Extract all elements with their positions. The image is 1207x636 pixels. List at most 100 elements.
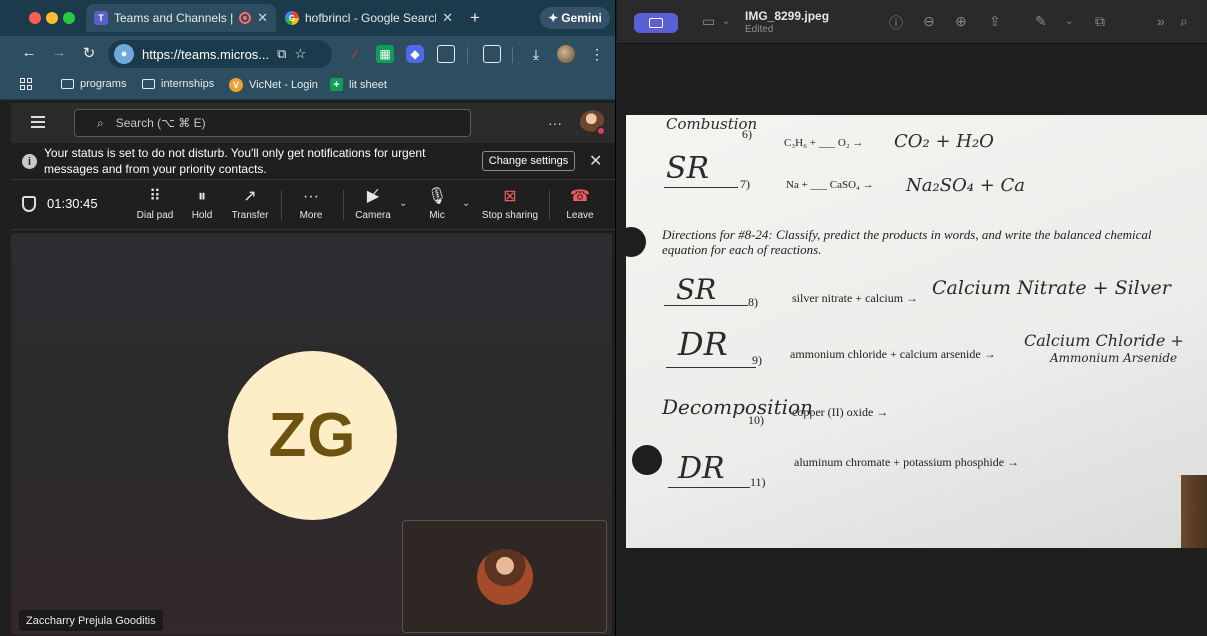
slideshow-button[interactable] bbox=[634, 13, 678, 33]
bookmark-programs[interactable]: programs bbox=[61, 78, 126, 90]
url-text: https://teams.micros... bbox=[142, 46, 270, 62]
question-number: 9) bbox=[752, 353, 762, 367]
sparkle-icon: ✦ bbox=[548, 11, 559, 25]
self-view-tile[interactable] bbox=[402, 520, 607, 633]
toolbar-divider bbox=[467, 47, 468, 63]
download-icon[interactable]: ⤓ bbox=[527, 45, 545, 63]
microphone-icon[interactable]: ● bbox=[114, 44, 134, 64]
handwritten-label: DR bbox=[678, 451, 725, 486]
equation: silver nitrate + calcium → bbox=[792, 291, 919, 305]
preview-window: ▭ ⌄ IMG_8299.jpeg Edited ⓘ ⊖ ⊕ ⇪ ✎ ⌄ ⧉ »… bbox=[617, 0, 1207, 636]
stop-sharing-button[interactable]: ⊠ Stop sharing bbox=[475, 186, 545, 221]
minimize-window-button[interactable] bbox=[46, 12, 58, 24]
handwritten-answer: Na₂SO₄ + Ca bbox=[906, 175, 1026, 196]
extensions-icon[interactable] bbox=[437, 45, 455, 63]
tab-google-search[interactable]: G hofbrincl - Google Search ✕ bbox=[277, 4, 461, 32]
handwritten-label: SR bbox=[666, 151, 710, 186]
answer-blank bbox=[664, 305, 748, 306]
rotate-icon[interactable]: ⧉ bbox=[1095, 13, 1105, 30]
binder-hole bbox=[632, 445, 662, 475]
bookmark-lit-sheet[interactable]: + lit sheet bbox=[330, 78, 387, 91]
question-number: 6) bbox=[742, 127, 752, 141]
bookmark-label: lit sheet bbox=[349, 78, 387, 91]
transfer-icon: ↗ bbox=[243, 188, 257, 205]
handwritten-answer: Ammonium Arsenide bbox=[1050, 351, 1178, 365]
participant-name-tag: Zaccharry Prejula Gooditis bbox=[19, 610, 163, 631]
call-divider bbox=[281, 190, 282, 220]
bookmark-internships[interactable]: internships bbox=[142, 78, 214, 90]
zoom-out-icon[interactable]: ⊖ bbox=[923, 13, 935, 30]
recording-icon bbox=[239, 12, 252, 24]
google-icon: G bbox=[285, 11, 299, 25]
desk-edge bbox=[1181, 475, 1207, 548]
menu-icon[interactable] bbox=[31, 116, 45, 128]
camera-options-chevron-icon[interactable]: ⌄ bbox=[399, 198, 407, 209]
zoom-in-icon[interactable]: ⊕ bbox=[955, 13, 967, 30]
call-divider bbox=[549, 190, 550, 220]
mic-button[interactable]: 🎙 Mic bbox=[409, 186, 465, 221]
bookmark-star-icon[interactable]: ☆ bbox=[294, 46, 306, 62]
calendar-extension-icon[interactable]: ▦ bbox=[376, 45, 394, 63]
mic-options-chevron-icon[interactable]: ⌄ bbox=[462, 198, 470, 209]
call-timer: 01:30:45 bbox=[47, 196, 98, 211]
share-icon[interactable]: ⇪ bbox=[989, 13, 1001, 30]
search-icon[interactable]: ⌕ bbox=[1180, 13, 1188, 30]
image-canvas: Combustion 6) C₃H₆ + ___ O₂ → CO₂ + H₂O … bbox=[617, 45, 1207, 636]
microphone-icon: 🎙 bbox=[426, 188, 448, 205]
reload-button[interactable]: ↻ bbox=[79, 44, 99, 62]
sidebar-icon[interactable]: ▭ bbox=[702, 13, 715, 30]
close-window-button[interactable] bbox=[29, 12, 41, 24]
camera-label: Camera bbox=[355, 210, 391, 221]
menu-kebab-icon[interactable]: ⋮ bbox=[588, 45, 606, 63]
profile-avatar[interactable] bbox=[557, 45, 575, 63]
info-icon[interactable]: ⓘ bbox=[889, 13, 903, 33]
tab-teams[interactable]: T Teams and Channels | ✕ bbox=[86, 4, 276, 32]
status-notice: i Your status is set to do not disturb. … bbox=[11, 143, 615, 180]
more-options-icon[interactable]: ··· bbox=[548, 115, 562, 131]
answer-blank bbox=[664, 187, 738, 188]
zoom-window-button[interactable] bbox=[63, 12, 75, 24]
close-tab-icon[interactable]: ✕ bbox=[442, 10, 453, 26]
gemini-label: Gemini bbox=[561, 11, 602, 25]
screenshot-icon[interactable] bbox=[483, 45, 501, 63]
apps-icon[interactable] bbox=[20, 78, 32, 90]
close-tab-icon[interactable]: ✕ bbox=[257, 10, 268, 26]
gemini-button[interactable]: ✦ Gemini bbox=[540, 7, 610, 29]
cast-icon[interactable]: ⧉ bbox=[277, 46, 286, 62]
handwritten-answer: Calcium Chloride + bbox=[1024, 331, 1184, 350]
markup-pen-icon[interactable]: ✎ bbox=[1035, 13, 1047, 30]
more-icon: ··· bbox=[303, 188, 319, 205]
bookmark-vicnet[interactable]: V VicNet - Login bbox=[229, 78, 318, 92]
markup-chevron-icon[interactable]: ⌄ bbox=[1065, 16, 1073, 27]
new-tab-button[interactable]: + bbox=[470, 8, 480, 28]
close-icon[interactable]: ✕ bbox=[589, 151, 602, 171]
document-status: Edited bbox=[745, 24, 774, 35]
chevron-down-icon[interactable]: ⌄ bbox=[722, 16, 730, 27]
toolbar-overflow-icon[interactable]: » bbox=[1157, 13, 1165, 29]
bookmarks-bar: programs internships V VicNet - Login + … bbox=[0, 72, 615, 100]
more-button[interactable]: ··· More bbox=[283, 186, 339, 221]
back-button[interactable]: ← bbox=[19, 44, 39, 61]
tab-label: Teams and Channels | bbox=[114, 11, 234, 25]
search-input[interactable]: ⌕ Search (⌥ ⌘ E) bbox=[74, 109, 471, 137]
plus-sheet-icon: + bbox=[330, 78, 343, 91]
question-number: 11) bbox=[750, 475, 766, 489]
display-icon bbox=[649, 18, 663, 28]
shield-extension-icon[interactable]: ◆ bbox=[406, 45, 424, 63]
camera-button[interactable]: ▶̸ Camera bbox=[345, 186, 401, 221]
browser-toolbar: ← → ↻ ● https://teams.micros... ⧉ ☆ ⁄ ▦ … bbox=[0, 36, 615, 72]
worksheet-photo[interactable]: Combustion 6) C₃H₆ + ___ O₂ → CO₂ + H₂O … bbox=[626, 115, 1207, 548]
handwritten-answer: CO₂ + H₂O bbox=[894, 131, 994, 152]
transfer-button[interactable]: ↗ Transfer bbox=[222, 186, 278, 221]
address-bar[interactable]: ● https://teams.micros... ⧉ ☆ bbox=[108, 40, 332, 68]
teams-icon: T bbox=[94, 11, 108, 25]
tab-label: hofbrincl - Google Search bbox=[305, 11, 437, 25]
participant-avatar: ZG bbox=[228, 351, 397, 520]
pen-extension-icon[interactable]: ⁄ bbox=[346, 45, 364, 63]
forward-button[interactable]: → bbox=[49, 44, 69, 61]
equation: aluminum chromate + potassium phosphide … bbox=[794, 455, 1020, 469]
change-settings-button[interactable]: Change settings bbox=[482, 151, 575, 171]
leave-button[interactable]: ☎ Leave bbox=[552, 186, 608, 221]
notice-text: Your status is set to do not disturb. Yo… bbox=[44, 146, 426, 176]
more-label: More bbox=[299, 210, 323, 221]
